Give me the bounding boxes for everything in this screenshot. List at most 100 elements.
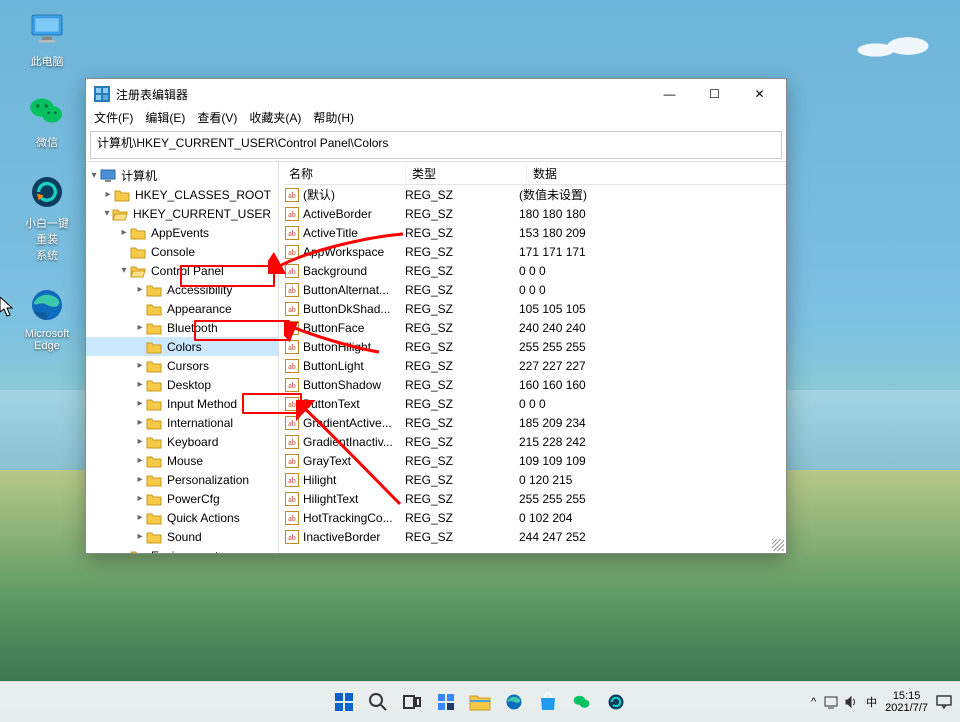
- tree-hkcr[interactable]: ▸ HKEY_CLASSES_ROOT: [86, 185, 278, 204]
- minimize-button[interactable]: —: [647, 80, 692, 108]
- widgets-button[interactable]: [432, 688, 460, 716]
- menu-edit[interactable]: 编辑(E): [145, 109, 185, 129]
- desktop[interactable]: 此电脑 微信 小白一键重装 系统 Microsoft Edge 注册表编辑器: [0, 0, 960, 722]
- value-row[interactable]: abGrayTextREG_SZ109 109 109: [283, 451, 786, 470]
- store-button[interactable]: [534, 688, 562, 716]
- value-row[interactable]: abHotTrackingCo...REG_SZ0 102 204: [283, 508, 786, 527]
- tree-node-personalization[interactable]: ▸Personalization: [86, 470, 278, 489]
- maximize-button[interactable]: ☐: [692, 80, 737, 108]
- chevron-right-icon[interactable]: ▸: [134, 322, 146, 333]
- system-tray[interactable]: ^ 中 15:15 2021/7/7: [811, 690, 952, 714]
- tree-node-quick-actions[interactable]: ▸Quick Actions: [86, 508, 278, 527]
- value-row[interactable]: ab(默认)REG_SZ(数值未设置): [283, 185, 786, 204]
- notifications-icon[interactable]: [936, 695, 952, 709]
- value-row[interactable]: abBackgroundREG_SZ0 0 0: [283, 261, 786, 280]
- value-row[interactable]: abInactiveBorderREG_SZ244 247 252: [283, 527, 786, 546]
- desktop-icon-reinstall[interactable]: 小白一键重装 系统: [22, 172, 72, 263]
- search-button[interactable]: [364, 688, 392, 716]
- value-row[interactable]: abButtonLightREG_SZ227 227 227: [283, 356, 786, 375]
- value-data: 171 171 171: [513, 245, 786, 259]
- titlebar[interactable]: 注册表编辑器 — ☐ ✕: [86, 79, 786, 109]
- tree-node-international[interactable]: ▸International: [86, 413, 278, 432]
- value-row[interactable]: abActiveTitleREG_SZ153 180 209: [283, 223, 786, 242]
- col-data[interactable]: 数据: [527, 165, 786, 182]
- edge-taskbar-button[interactable]: [500, 688, 528, 716]
- network-icon[interactable]: [824, 695, 838, 709]
- resize-grip[interactable]: [772, 539, 784, 551]
- chevron-down-icon[interactable]: ▾: [88, 170, 100, 181]
- desktop-icon-edge[interactable]: Microsoft Edge: [22, 285, 72, 352]
- taskbar-clock[interactable]: 15:15 2021/7/7: [885, 690, 928, 714]
- folder-icon: [146, 378, 162, 392]
- value-row[interactable]: abGradientActive...REG_SZ185 209 234: [283, 413, 786, 432]
- tree-node-sound[interactable]: ▸Sound: [86, 527, 278, 546]
- tree-node-colors[interactable]: Colors: [86, 337, 278, 356]
- col-type[interactable]: 类型: [406, 165, 527, 182]
- chevron-right-icon[interactable]: ▸: [118, 227, 130, 238]
- tree-node-bluetooth[interactable]: ▸Bluetooth: [86, 318, 278, 337]
- value-row[interactable]: abButtonDkShad...REG_SZ105 105 105: [283, 299, 786, 318]
- chevron-right-icon[interactable]: ▸: [134, 474, 146, 485]
- taskview-button[interactable]: [398, 688, 426, 716]
- tree-node-console[interactable]: Console: [86, 242, 278, 261]
- tree-hkcu[interactable]: ▾ HKEY_CURRENT_USER: [86, 204, 278, 223]
- regedit-app-icon: [94, 86, 110, 102]
- value-row[interactable]: abButtonHilightREG_SZ255 255 255: [283, 337, 786, 356]
- menu-fav[interactable]: 收藏夹(A): [249, 109, 301, 129]
- tree-node-cursors[interactable]: ▸Cursors: [86, 356, 278, 375]
- value-row[interactable]: abGradientInactiv...REG_SZ215 228 242: [283, 432, 786, 451]
- tree-node-input-method[interactable]: ▸Input Method: [86, 394, 278, 413]
- chevron-right-icon[interactable]: ▸: [134, 512, 146, 523]
- desktop-icon-wechat[interactable]: 微信: [22, 91, 72, 150]
- tree-node-accessibility[interactable]: ▸Accessibility: [86, 280, 278, 299]
- tree-node-mouse[interactable]: ▸Mouse: [86, 451, 278, 470]
- tree-node-control-panel[interactable]: ▾Control Panel: [86, 261, 278, 280]
- tree-node-desktop[interactable]: ▸Desktop: [86, 375, 278, 394]
- menu-help[interactable]: 帮助(H): [313, 109, 354, 129]
- explorer-button[interactable]: [466, 688, 494, 716]
- menu-file[interactable]: 文件(F): [94, 109, 133, 129]
- tree-pane[interactable]: ▾ 计算机 ▸ HKEY_CLASSES_ROOT ▾: [86, 162, 279, 553]
- reinstall-taskbar-button[interactable]: [602, 688, 630, 716]
- address-bar[interactable]: 计算机\HKEY_CURRENT_USER\Control Panel\Colo…: [90, 131, 782, 159]
- chevron-right-icon[interactable]: ▸: [134, 360, 146, 371]
- chevron-right-icon[interactable]: ▸: [102, 189, 114, 200]
- value-row[interactable]: abButtonShadowREG_SZ160 160 160: [283, 375, 786, 394]
- chevron-right-icon[interactable]: ▸: [134, 455, 146, 466]
- col-name[interactable]: 名称: [283, 165, 406, 182]
- value-row[interactable]: abHilightREG_SZ0 120 215: [283, 470, 786, 489]
- chevron-right-icon[interactable]: ▸: [134, 436, 146, 447]
- chevron-down-icon[interactable]: ▾: [118, 265, 130, 276]
- ime-indicator[interactable]: 中: [866, 694, 877, 710]
- chevron-down-icon[interactable]: ▾: [102, 208, 112, 219]
- desktop-icon-this-pc[interactable]: 此电脑: [22, 10, 72, 69]
- close-button[interactable]: ✕: [737, 80, 782, 108]
- tree-node-environment[interactable]: Environment: [86, 546, 278, 553]
- value-row[interactable]: abButtonTextREG_SZ0 0 0: [283, 394, 786, 413]
- chevron-right-icon[interactable]: ▸: [134, 493, 146, 504]
- value-row[interactable]: abAppWorkspaceREG_SZ171 171 171: [283, 242, 786, 261]
- chevron-right-icon[interactable]: ▸: [134, 398, 146, 409]
- chevron-right-icon[interactable]: ▸: [134, 379, 146, 390]
- column-headers[interactable]: 名称 类型 数据: [283, 162, 786, 185]
- tree-node-appevents[interactable]: ▸AppEvents: [86, 223, 278, 242]
- tree-root[interactable]: ▾ 计算机: [86, 166, 278, 185]
- start-button[interactable]: [330, 688, 358, 716]
- chevron-right-icon[interactable]: ▸: [134, 531, 146, 542]
- wallpaper-clouds: [852, 30, 932, 70]
- tree-node-powercfg[interactable]: ▸PowerCfg: [86, 489, 278, 508]
- value-row[interactable]: abButtonFaceREG_SZ240 240 240: [283, 318, 786, 337]
- tree-node-appearance[interactable]: Appearance: [86, 299, 278, 318]
- menu-view[interactable]: 查看(V): [197, 109, 237, 129]
- tray-chevron-icon[interactable]: ^: [811, 696, 816, 708]
- value-row[interactable]: abActiveBorderREG_SZ180 180 180: [283, 204, 786, 223]
- value-row[interactable]: abHilightTextREG_SZ255 255 255: [283, 489, 786, 508]
- wechat-taskbar-button[interactable]: [568, 688, 596, 716]
- tree-node-keyboard[interactable]: ▸Keyboard: [86, 432, 278, 451]
- chevron-right-icon[interactable]: ▸: [134, 284, 146, 295]
- value-list-pane[interactable]: 名称 类型 数据 ab(默认)REG_SZ(数值未设置)abActiveBord…: [283, 162, 786, 553]
- value-row[interactable]: abButtonAlternat...REG_SZ0 0 0: [283, 280, 786, 299]
- volume-icon[interactable]: [844, 695, 858, 709]
- taskbar[interactable]: ^ 中 15:15 2021/7/7: [0, 681, 960, 722]
- chevron-right-icon[interactable]: ▸: [134, 417, 146, 428]
